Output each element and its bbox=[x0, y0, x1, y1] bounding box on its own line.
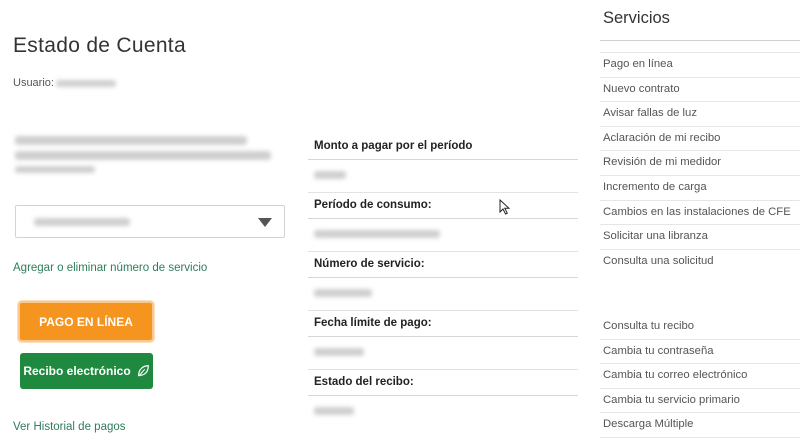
account-services-list: Consulta tu recibo Cambia tu contraseña … bbox=[600, 315, 800, 438]
service-link[interactable]: Incremento de carga bbox=[600, 176, 800, 201]
pay-online-label: PAGO EN LÍNEA bbox=[39, 314, 133, 329]
service-link[interactable]: Consulta una solicitud bbox=[600, 250, 800, 274]
payment-history-link[interactable]: Ver Historial de pagos bbox=[13, 421, 126, 433]
manage-service-numbers-link[interactable]: Agregar o eliminar número de servicio bbox=[13, 262, 207, 274]
user-label: Usuario: bbox=[13, 77, 54, 89]
service-link[interactable]: Solicitar una libranza bbox=[600, 225, 800, 250]
caret-down-icon bbox=[258, 218, 272, 227]
leaf-icon bbox=[137, 365, 149, 377]
service-link[interactable]: Revisión de mi medidor bbox=[600, 151, 800, 176]
service-number-label: Número de servicio: bbox=[308, 252, 578, 278]
due-date-value-redacted bbox=[308, 337, 578, 370]
service-number-select[interactable] bbox=[15, 205, 285, 238]
amount-value-redacted bbox=[308, 160, 578, 193]
status-value-redacted bbox=[308, 396, 578, 428]
account-info-redacted bbox=[15, 136, 285, 179]
account-service-link[interactable]: Cambia tu correo electrónico bbox=[600, 364, 800, 389]
service-link[interactable]: Cambios en las instalaciones de CFE bbox=[600, 201, 800, 226]
bill-details: Monto a pagar por el período Período de … bbox=[308, 134, 578, 428]
selected-service-redacted bbox=[34, 218, 130, 226]
services-divider bbox=[600, 40, 800, 41]
service-link[interactable]: Avisar fallas de luz bbox=[600, 102, 800, 127]
service-number-value-redacted bbox=[308, 278, 578, 311]
account-name-redacted bbox=[15, 136, 247, 145]
services-list: Pago en línea Nuevo contrato Avisar fall… bbox=[600, 52, 800, 273]
account-address-redacted bbox=[15, 151, 271, 160]
account-service-link[interactable]: Cambia tu servicio primario bbox=[600, 389, 800, 414]
pay-online-button[interactable]: PAGO EN LÍNEA bbox=[18, 301, 154, 342]
page-title: Estado de Cuenta bbox=[13, 34, 186, 57]
mouse-cursor-icon bbox=[499, 199, 511, 215]
account-service-link[interactable]: Descarga Múltiple bbox=[600, 413, 800, 438]
user-line: Usuario: bbox=[13, 77, 116, 89]
service-link[interactable]: Pago en línea bbox=[600, 53, 800, 78]
electronic-receipt-button[interactable]: Recibo electrónico bbox=[20, 353, 153, 389]
services-sidebar: Servicios Pago en línea Nuevo contrato A… bbox=[594, 0, 800, 438]
user-name-redacted bbox=[55, 79, 116, 87]
amount-label: Monto a pagar por el período bbox=[308, 134, 578, 160]
period-label: Período de consumo: bbox=[308, 193, 578, 219]
account-city-redacted bbox=[15, 166, 95, 173]
account-service-link[interactable]: Cambia tu contraseña bbox=[600, 340, 800, 365]
due-date-label: Fecha límite de pago: bbox=[308, 311, 578, 337]
service-link[interactable]: Nuevo contrato bbox=[600, 78, 800, 103]
electronic-receipt-label: Recibo electrónico bbox=[23, 364, 131, 378]
services-title: Servicios bbox=[603, 9, 670, 27]
period-value-redacted bbox=[308, 219, 578, 252]
service-link[interactable]: Aclaración de mi recibo bbox=[600, 127, 800, 152]
account-service-link[interactable]: Consulta tu recibo bbox=[600, 315, 800, 340]
status-label: Estado del recibo: bbox=[308, 370, 578, 396]
